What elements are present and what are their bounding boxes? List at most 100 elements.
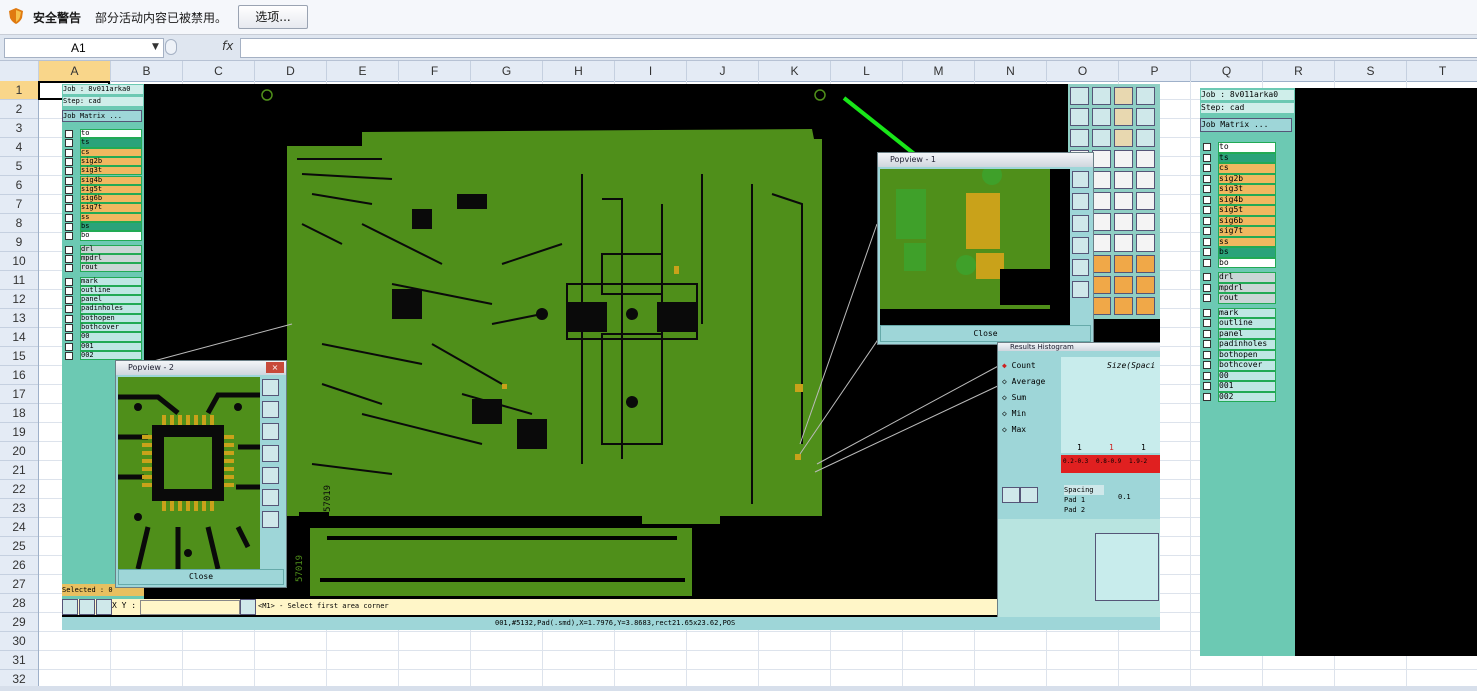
layer-checkbox[interactable] bbox=[1203, 382, 1211, 390]
measure-icon[interactable] bbox=[79, 599, 95, 615]
layer-checkbox[interactable] bbox=[1203, 237, 1211, 246]
layer-checkbox[interactable] bbox=[1203, 340, 1211, 348]
layer-checkbox[interactable] bbox=[1203, 319, 1211, 327]
layer-row-sig5t[interactable]: sig5t bbox=[1218, 205, 1276, 216]
keyboard-icon[interactable] bbox=[240, 599, 256, 615]
layer-row-to[interactable]: to bbox=[1218, 142, 1276, 153]
column-header-d[interactable]: D bbox=[255, 61, 327, 81]
layer-checkbox[interactable] bbox=[1203, 206, 1211, 214]
layer-row-outline[interactable]: outline bbox=[1218, 318, 1276, 329]
layer-row-panel[interactable]: panel bbox=[1218, 328, 1276, 339]
layer-checkbox[interactable] bbox=[1203, 371, 1211, 380]
layer-checkbox[interactable] bbox=[1203, 273, 1211, 281]
layer-checkbox[interactable] bbox=[1203, 258, 1211, 267]
layer-checkbox[interactable] bbox=[1203, 283, 1211, 292]
security-options-button[interactable]: 选项... bbox=[238, 5, 308, 29]
row-header-21[interactable]: 21 bbox=[0, 461, 38, 480]
formula-bar-handle[interactable] bbox=[165, 39, 177, 55]
layer-row-bothopen[interactable]: bothopen bbox=[1218, 349, 1276, 360]
option-min[interactable]: ◇ Min bbox=[1002, 409, 1026, 418]
layer-row-ts[interactable]: ts bbox=[1218, 152, 1276, 163]
layer-checkbox[interactable] bbox=[1203, 294, 1211, 302]
row-header-17[interactable]: 17 bbox=[0, 385, 38, 404]
row-header-28[interactable]: 28 bbox=[0, 594, 38, 613]
zoom-out-icon[interactable] bbox=[1072, 193, 1089, 210]
row-header-23[interactable]: 23 bbox=[0, 499, 38, 518]
row-header-15[interactable]: 15 bbox=[0, 347, 38, 366]
layer-row-sig2b[interactable]: sig2b bbox=[1218, 173, 1276, 184]
row-header-19[interactable]: 19 bbox=[0, 423, 38, 442]
option-sum[interactable]: ◇ Sum bbox=[1002, 393, 1026, 402]
fit-icon[interactable] bbox=[1072, 237, 1089, 254]
column-header-j[interactable]: J bbox=[687, 61, 759, 81]
sheet-tab-bar[interactable] bbox=[0, 686, 1477, 691]
column-header-p[interactable]: P bbox=[1119, 61, 1191, 81]
column-header-s[interactable]: S bbox=[1335, 61, 1407, 81]
column-header-f[interactable]: F bbox=[399, 61, 471, 81]
row-header-9[interactable]: 9 bbox=[0, 233, 38, 252]
layer-checkbox[interactable] bbox=[1203, 227, 1211, 235]
zoom-in-icon[interactable] bbox=[1072, 171, 1089, 188]
column-header-h[interactable]: H bbox=[543, 61, 615, 81]
layer-row-mark[interactable]: mark bbox=[1218, 307, 1276, 318]
pan-icon[interactable] bbox=[262, 423, 279, 440]
layer-row-bothcover[interactable]: bothcover bbox=[1218, 360, 1276, 371]
bin-2[interactable]: 0.8-0.9 bbox=[1096, 458, 1126, 465]
popview-2-window[interactable]: Popview - 2 × Close bbox=[115, 360, 287, 588]
close-icon[interactable]: × bbox=[266, 362, 284, 373]
layer-row-padinholes[interactable]: padinholes bbox=[1218, 339, 1276, 350]
histogram-next-button[interactable] bbox=[1020, 487, 1038, 503]
fit-icon[interactable] bbox=[262, 445, 279, 462]
row-header-14[interactable]: 14 bbox=[0, 328, 38, 347]
layer-row-00[interactable]: 00 bbox=[1218, 370, 1276, 381]
column-header-e[interactable]: E bbox=[327, 61, 399, 81]
layer-row-cs[interactable]: cs bbox=[1218, 163, 1276, 174]
column-header-o[interactable]: O bbox=[1047, 61, 1119, 81]
select-all-corner[interactable] bbox=[0, 61, 39, 81]
layer-row-ss[interactable]: ss bbox=[1218, 236, 1276, 247]
layer-checkbox[interactable] bbox=[1203, 143, 1211, 151]
zoom-area-icon[interactable] bbox=[62, 599, 78, 615]
layer-checkbox[interactable] bbox=[1203, 329, 1211, 338]
layer-row-bo[interactable]: bo bbox=[1218, 257, 1276, 268]
redraw-icon[interactable] bbox=[262, 467, 279, 484]
column-header-i[interactable]: I bbox=[615, 61, 687, 81]
layer-checkbox[interactable] bbox=[1203, 153, 1211, 162]
layer-row-mpdrl[interactable]: mpdrl bbox=[1218, 282, 1276, 293]
pan-icon[interactable] bbox=[1072, 215, 1089, 232]
xy-input[interactable] bbox=[140, 600, 240, 615]
layer-checkbox[interactable] bbox=[1203, 174, 1211, 183]
layer-row-sig3t[interactable]: sig3t bbox=[1218, 184, 1276, 195]
job-matrix-button-right[interactable]: Job Matrix ... bbox=[1200, 118, 1292, 132]
row-header-4[interactable]: 4 bbox=[0, 138, 38, 157]
layer-checkbox[interactable] bbox=[1203, 164, 1211, 172]
column-header-b[interactable]: B bbox=[111, 61, 183, 81]
row-header-31[interactable]: 31 bbox=[0, 651, 38, 670]
column-header-k[interactable]: K bbox=[759, 61, 831, 81]
row-header-8[interactable]: 8 bbox=[0, 214, 38, 233]
layer-checkbox[interactable] bbox=[1203, 248, 1211, 256]
row-header-1[interactable]: 1 bbox=[0, 81, 38, 100]
layer-checkbox[interactable] bbox=[1203, 361, 1211, 369]
row-header-30[interactable]: 30 bbox=[0, 632, 38, 651]
row-header-29[interactable]: 29 bbox=[0, 613, 38, 632]
grid-icon[interactable] bbox=[96, 599, 112, 615]
insert-function-icon[interactable]: fx bbox=[222, 39, 233, 53]
column-header-m[interactable]: M bbox=[903, 61, 975, 81]
row-header-2[interactable]: 2 bbox=[0, 100, 38, 119]
row-header-27[interactable]: 27 bbox=[0, 575, 38, 594]
row-header-12[interactable]: 12 bbox=[0, 290, 38, 309]
row-header-5[interactable]: 5 bbox=[0, 157, 38, 176]
histogram-prev-button[interactable] bbox=[1002, 487, 1020, 503]
row-header-7[interactable]: 7 bbox=[0, 195, 38, 214]
row-header-10[interactable]: 10 bbox=[0, 252, 38, 271]
popview-1-window[interactable]: Popview - 1 Close bbox=[877, 152, 1094, 345]
layer-checkbox[interactable] bbox=[1203, 185, 1211, 193]
row-header-3[interactable]: 3 bbox=[0, 119, 38, 138]
results-histogram-window[interactable]: Results Histogram ◆ Count ◇ Average ◇ Su… bbox=[997, 342, 1160, 630]
popview-1-close-button[interactable]: Close bbox=[880, 325, 1091, 342]
column-header-n[interactable]: N bbox=[975, 61, 1047, 81]
layer-row-001[interactable]: 001 bbox=[1218, 381, 1276, 392]
layer-row-sig4b[interactable]: sig4b bbox=[1218, 194, 1276, 205]
row-header-13[interactable]: 13 bbox=[0, 309, 38, 328]
